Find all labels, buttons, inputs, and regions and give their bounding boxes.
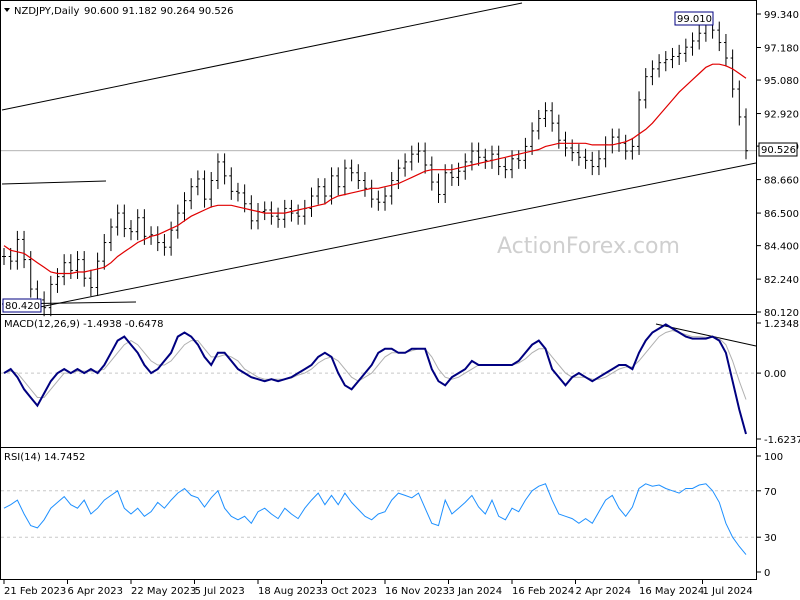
macd-y-tick-label: 1.2348	[764, 319, 799, 330]
macd-panel: 1.2348 0.00 -1.6237	[1, 319, 800, 446]
price-y-tick-label: 88.660	[764, 176, 799, 187]
x-tick-label: 2 Apr 2024	[576, 586, 631, 597]
low-label: 80.420	[5, 301, 40, 312]
high-label: 99.010	[677, 14, 712, 25]
macd-y-tick-label: -1.6237	[764, 435, 800, 446]
macd-line	[3, 323, 747, 435]
rsi-panel: 100 70 30 0	[1, 452, 783, 579]
price-header: NZDJPY,Daily 90.600 91.182 90.264 90.526	[4, 6, 234, 17]
price-y-tick-label: 86.500	[764, 209, 799, 220]
chart-root: ActionForex.com 99.340 97.180 95.080 92.920…	[0, 0, 800, 597]
price-y-tick-label: 99.340	[764, 10, 799, 21]
high-annotation: 99.010	[674, 11, 714, 26]
x-tick-label: 5 Jul 2023	[195, 586, 245, 597]
watermark: ActionForex.com	[497, 234, 680, 259]
x-tick-label: 1 Jul 2024	[703, 586, 753, 597]
price-y-tick-label: 95.080	[764, 76, 799, 87]
price-y-tick-label: 82.240	[764, 275, 799, 286]
low-annotation: 80.420	[2, 298, 42, 313]
macd-panel-frame	[0, 314, 757, 448]
x-tick-label: 18 Aug 2023	[258, 586, 322, 597]
price-y-tick-label: 80.120	[764, 308, 799, 319]
x-tick-label: 3 Oct 2023	[322, 586, 377, 597]
x-tick-label: 16 Feb 2024	[512, 586, 574, 597]
rsi-y-tick-label: 100	[764, 452, 783, 463]
rsi-y-tick-label: 30	[764, 533, 777, 544]
symbol-label: NZDJPY,Daily	[14, 6, 79, 17]
price-panel-frame	[0, 0, 757, 315]
price-y-tick-label: 97.180	[764, 43, 799, 54]
rsi-y-tick-label: 0	[764, 568, 770, 579]
short-trend-line	[1, 180, 107, 185]
ohlc-label: 90.600 91.182 90.264 90.526	[84, 6, 234, 17]
price-y-tick-label: 84.400	[764, 242, 799, 253]
rsi-y-tick-label: 70	[764, 487, 777, 498]
rsi-line	[3, 483, 747, 555]
macd-y-tick-label: 0.00	[764, 369, 786, 380]
x-tick-label: 3 Jan 2024	[449, 586, 503, 597]
current-price-label: 90.526	[761, 145, 796, 156]
price-y-tick-label: 92.920	[764, 110, 799, 121]
price-panel: 99.34097.18095.08092.92090.82088.66086.5…	[1, 2, 799, 319]
x-tick-label: 21 Feb 2023	[4, 586, 66, 597]
x-tick-label: 6 Apr 2023	[68, 586, 123, 597]
x-axis: 21 Feb 2023 6 Apr 2023 22 May 20235 Jul 20…	[3, 580, 753, 597]
x-tick-label: 16 May 2024	[639, 586, 704, 597]
macd-label: MACD(12,26,9) -1.4938 -0.6478	[4, 319, 164, 330]
current-price-tag: 90.526	[758, 142, 798, 157]
x-tick-label: 16 Nov 2023	[385, 586, 449, 597]
x-tick-label: 22 May 2023	[131, 586, 196, 597]
rsi-label: RSI(14) 14.7452	[4, 452, 85, 463]
upper-channel-line	[1, 2, 523, 111]
dropdown-arrow-icon[interactable]	[4, 8, 10, 12]
